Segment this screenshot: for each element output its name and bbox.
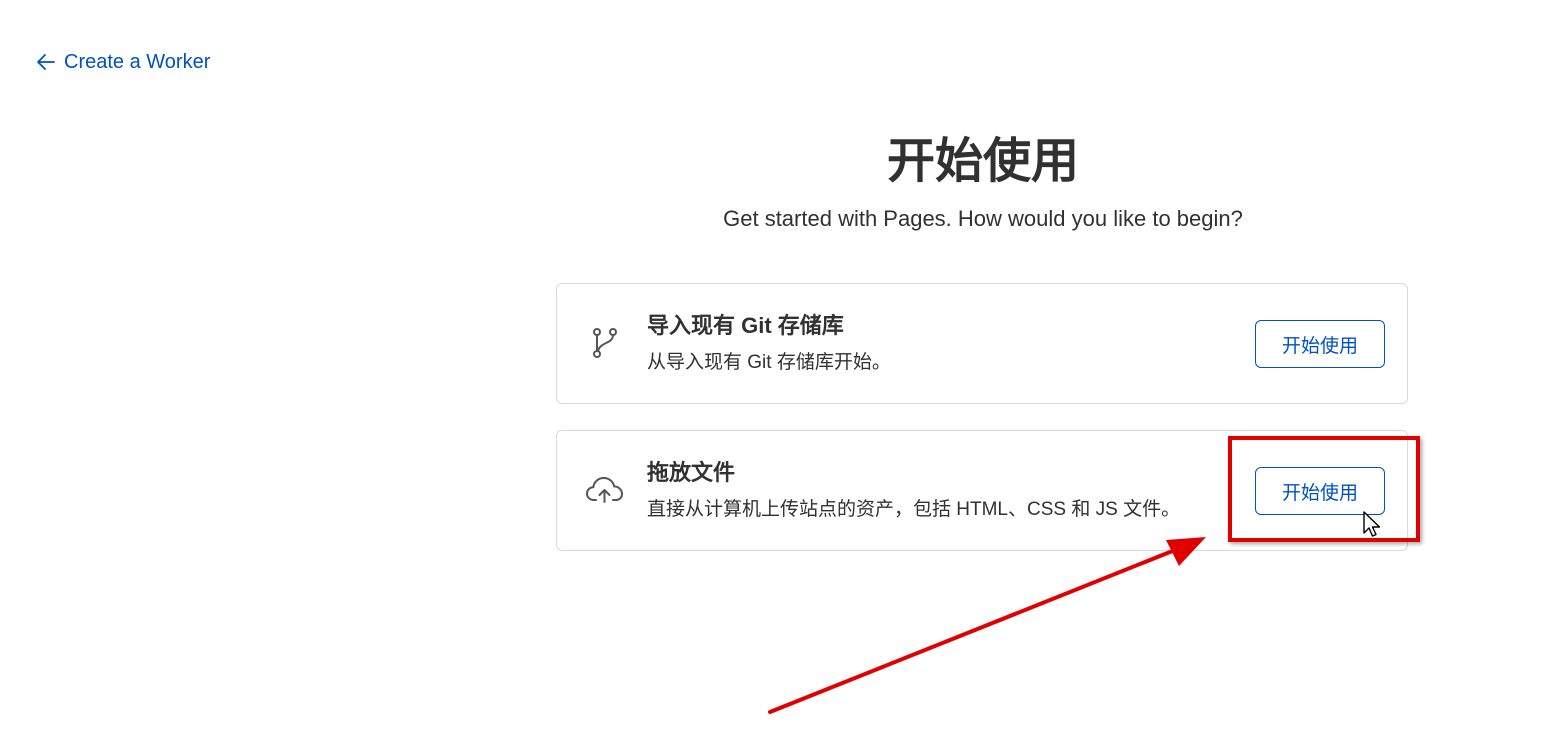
- back-link-create-worker[interactable]: Create a Worker: [36, 48, 210, 76]
- back-link-label: Create a Worker: [64, 50, 211, 73]
- option-card-upload-files: 拖放文件 直接从计算机上传站点的资产，包括 HTML、CSS 和 JS 文件。 …: [556, 430, 1408, 551]
- option-description: 从导入现有 Git 存储库开始。: [647, 352, 891, 373]
- start-import-git-button[interactable]: 开始使用: [1255, 320, 1385, 368]
- git-branch-icon: [585, 323, 625, 363]
- start-upload-files-button[interactable]: 开始使用: [1255, 467, 1385, 515]
- cloud-upload-icon: [585, 470, 625, 510]
- option-title: 导入现有 Git 存储库: [647, 313, 844, 338]
- page-subtitle: Get started with Pages. How would you li…: [723, 206, 1243, 231]
- option-description: 直接从计算机上传站点的资产，包括 HTML、CSS 和 JS 文件。: [647, 499, 1181, 520]
- option-card-import-git: 导入现有 Git 存储库 从导入现有 Git 存储库开始。 开始使用: [556, 283, 1408, 404]
- arrow-left-icon: [37, 54, 55, 70]
- option-title: 拖放文件: [647, 460, 736, 485]
- page-title: 开始使用: [886, 135, 1079, 188]
- page: Create a Worker 开始使用 Get started with Pa…: [0, 0, 1558, 737]
